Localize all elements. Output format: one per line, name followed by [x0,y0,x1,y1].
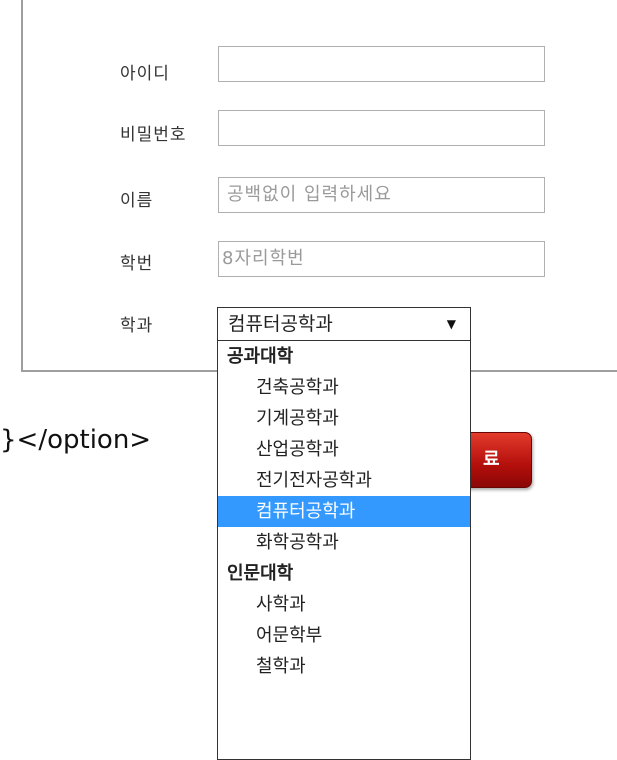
id-label: 아이디 [120,64,170,84]
dropdown-option[interactable]: 산업공학과 [218,434,470,465]
chevron-down-icon: ▼ [446,317,456,331]
submit-button-label: 료 [483,449,500,470]
dropdown-option[interactable]: 기계공학과 [218,403,470,434]
department-label: 학과 [120,316,154,336]
dropdown-optgroup: 인문대학 [227,563,294,584]
dropdown-option[interactable]: 사학과 [218,589,470,620]
department-select-value: 컴퓨터공학과 [228,313,333,335]
name-label: 이름 [120,191,154,211]
student-number-label: 학번 [120,254,154,274]
dropdown-optgroup: 공과대학 [227,346,294,367]
department-select[interactable]: 컴퓨터공학과 ▼ [217,307,471,341]
dropdown-option[interactable]: 화학공학과 [218,527,470,558]
dropdown-option[interactable]: 어문학부 [218,620,470,651]
id-input[interactable] [218,46,545,82]
dropdown-option[interactable]: 컴퓨터공학과 [218,496,470,527]
stray-code-text: }</option> [0,425,152,455]
password-label: 비밀번호 [120,125,187,145]
name-input[interactable]: 공백없이 입력하세요 [218,177,545,213]
department-dropdown-list[interactable]: 공과대학건축공학과 기계공학과 산업공학과 전기전자공학과 컴퓨터공학과 화학공학과인문대… [217,340,471,760]
student-number-input[interactable]: 8자리학번 [218,241,545,277]
dropdown-option[interactable]: 전기전자공학과 [218,465,470,496]
password-input[interactable] [218,110,545,146]
dropdown-option[interactable]: 철학과 [218,651,470,682]
dropdown-option[interactable]: 건축공학과 [218,372,470,403]
